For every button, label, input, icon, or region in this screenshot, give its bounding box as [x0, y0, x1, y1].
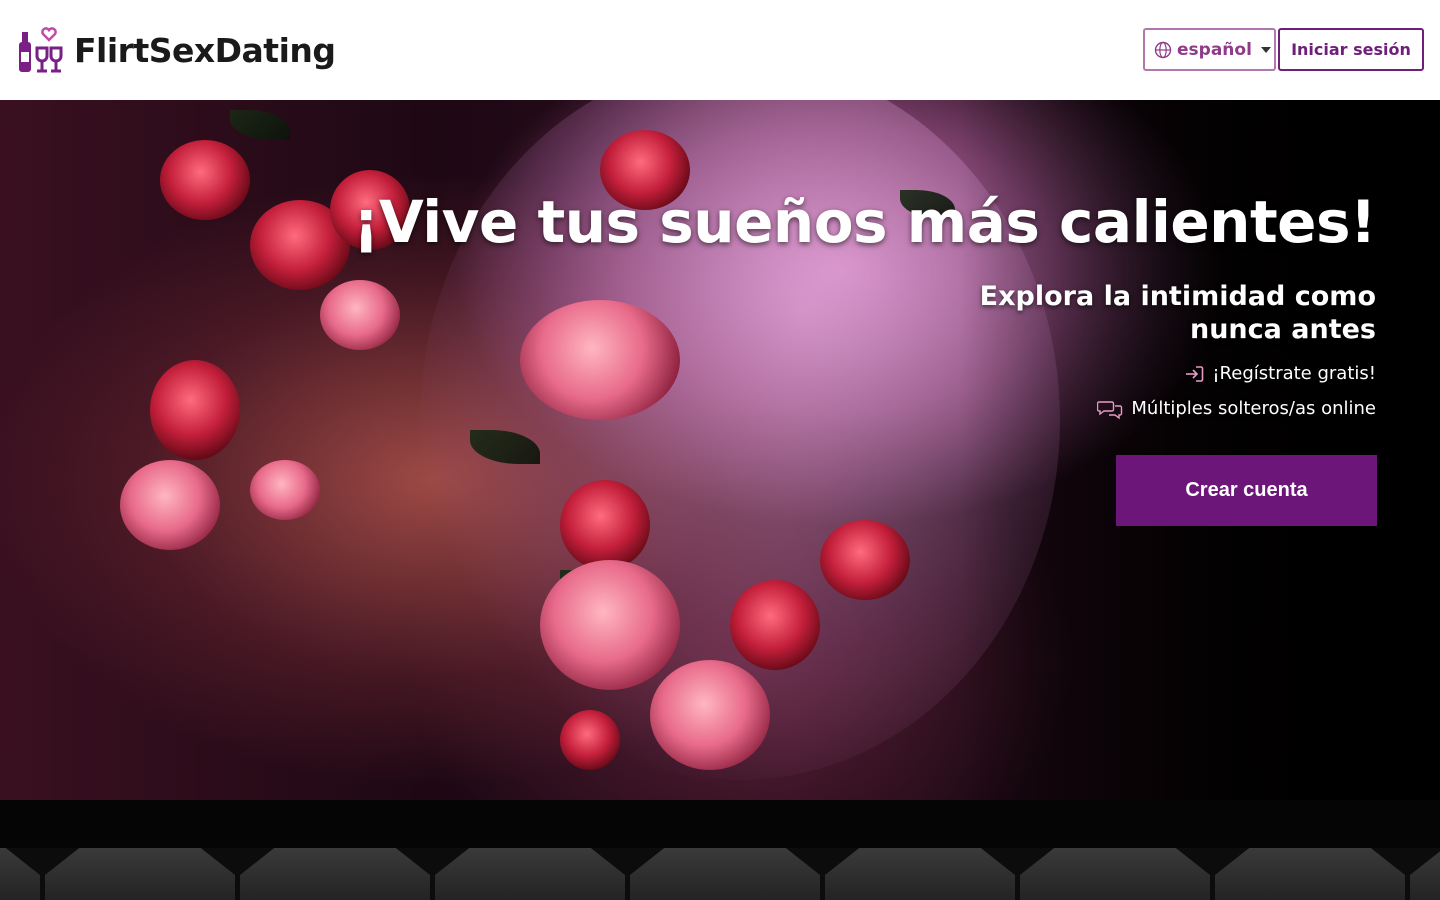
- hexagon-tile: [1215, 848, 1405, 900]
- hexagon-tile: [1020, 848, 1210, 900]
- hexagon-pattern-background: [0, 848, 1440, 900]
- sign-in-icon: [1186, 365, 1204, 382]
- rose-decoration: [560, 480, 650, 570]
- rose-decoration: [160, 140, 250, 220]
- rose-decoration: [650, 660, 770, 770]
- feature-singles-online: Múltiples solteros/as online: [1097, 398, 1376, 419]
- hero-title: ¡Vive tus sueños más calientes!: [352, 188, 1377, 256]
- hexagon-tile: [1410, 848, 1440, 900]
- brand-name: FlirtSexDating: [74, 30, 336, 70]
- feature-register-free: ¡Regístrate gratis!: [1184, 363, 1376, 384]
- hexagon-tile: [240, 848, 430, 900]
- globe-icon: [1154, 41, 1172, 58]
- chat-bubbles-icon: [1097, 400, 1123, 419]
- wine-bottle-glasses-heart-icon: [19, 27, 63, 73]
- section-divider: [0, 800, 1440, 848]
- rose-decoration: [320, 280, 400, 350]
- rose-decoration: [150, 360, 240, 460]
- language-selector[interactable]: español: [1143, 28, 1276, 71]
- leaf-decoration: [230, 110, 290, 140]
- hexagon-tile: [825, 848, 1015, 900]
- rose-decoration: [730, 580, 820, 670]
- feature-label: Múltiples solteros/as online: [1131, 398, 1376, 419]
- hexagon-tile: [630, 848, 820, 900]
- hero-banner: ¡Vive tus sueños más calientes! Explora …: [0, 100, 1440, 800]
- language-label: español: [1177, 39, 1252, 60]
- rose-decoration: [250, 460, 320, 520]
- rose-decoration: [820, 520, 910, 600]
- login-button[interactable]: Iniciar sesión: [1278, 28, 1424, 71]
- brand-logo[interactable]: FlirtSexDating: [17, 26, 336, 74]
- top-navbar: FlirtSexDating español Iniciar sesión: [0, 0, 1440, 100]
- feature-label: ¡Regístrate gratis!: [1212, 363, 1376, 384]
- rose-decoration: [120, 460, 220, 550]
- rose-decoration: [540, 560, 680, 690]
- hero-subtitle: Explora la intimidad como nunca antes: [979, 281, 1376, 345]
- create-account-button[interactable]: Crear cuenta: [1116, 455, 1377, 526]
- hexagon-tile: [45, 848, 235, 900]
- rose-decoration: [560, 710, 620, 770]
- chevron-down-icon: [1260, 46, 1271, 53]
- hexagon-tile: [435, 848, 625, 900]
- rose-decoration: [520, 300, 680, 420]
- hexagon-tile: [0, 848, 40, 900]
